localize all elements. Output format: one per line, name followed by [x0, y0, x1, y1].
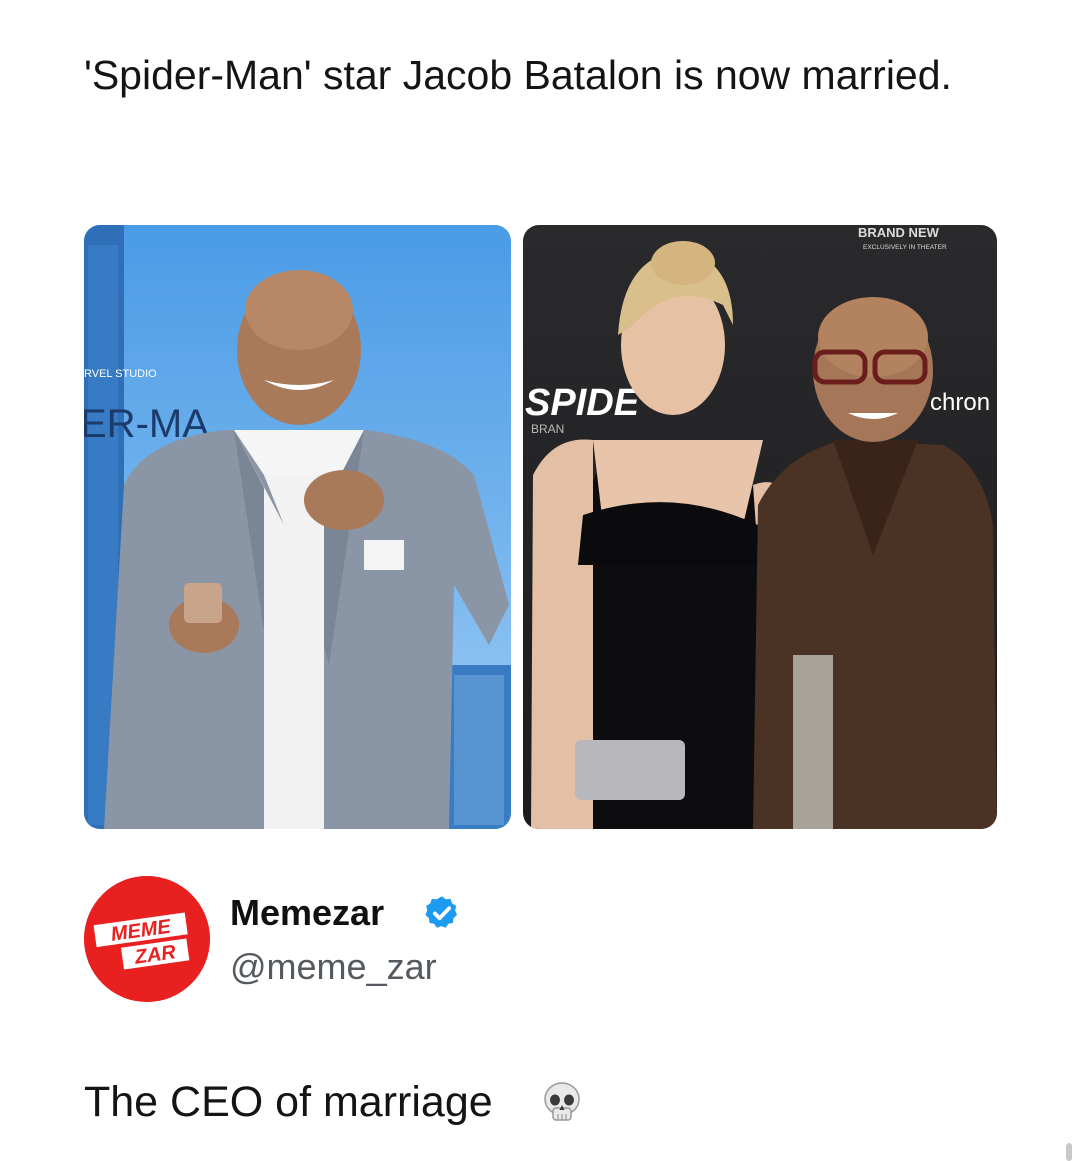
account-display-name[interactable]: Memezar — [230, 892, 384, 934]
memezar-logo: MEME ZAR — [84, 876, 210, 1002]
post-headline: 'Spider-Man' star Jacob Batalon is now m… — [84, 52, 952, 98]
account-avatar[interactable]: MEME ZAR — [84, 876, 210, 1002]
scrollbar-thumb[interactable] — [1066, 1143, 1072, 1161]
verified-badge-icon — [425, 896, 458, 928]
left-backdrop-small-text: RVEL STUDIO — [84, 368, 157, 380]
photo-left-image: ER-MA RVEL STUDIO — [84, 225, 511, 829]
photo-right-image: BRAND NEW EXCLUSIVELY IN THEATER SPIDE B… — [525, 225, 997, 829]
right-backdrop-exclusive-text: EXCLUSIVELY IN THEATER — [863, 244, 947, 251]
photo-left[interactable]: ER-MA RVEL STUDIO — [84, 225, 511, 829]
right-backdrop-sub-text: BRAN — [531, 422, 564, 436]
account-handle[interactable]: @meme_zar — [230, 946, 437, 988]
post-caption: The CEO of marriage — [84, 1078, 493, 1126]
right-backdrop-title-text: SPIDE — [525, 382, 641, 424]
photo-right[interactable]: BRAND NEW EXCLUSIVELY IN THEATER SPIDE B… — [523, 225, 997, 829]
right-backdrop-chron-text: chron — [930, 389, 990, 416]
right-backdrop-brand-text: BRAND NEW — [858, 225, 940, 240]
skull-icon — [544, 1082, 580, 1121]
